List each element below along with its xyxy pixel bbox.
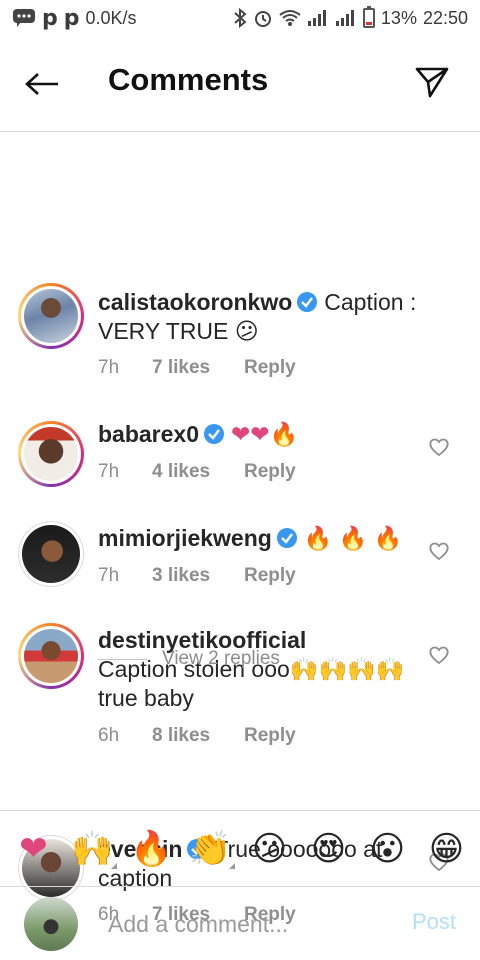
avatar-image — [24, 289, 78, 343]
battery-level: 13% — [380, 7, 417, 28]
bluetooth-icon — [233, 8, 247, 28]
pidgin-icon: p — [42, 5, 58, 31]
comment-input[interactable] — [108, 907, 388, 941]
verified-badge-icon — [297, 292, 318, 312]
signal-icon — [307, 9, 329, 27]
avatar-image — [22, 525, 80, 583]
divider-line — [98, 658, 148, 660]
comment-likes[interactable]: 8 likes — [152, 725, 244, 747]
message-icon — [12, 8, 36, 28]
heart-outline-icon[interactable] — [428, 644, 450, 666]
status-bar: p p 0.0K/s 13% 22:50 — [0, 0, 480, 36]
comment-meta: 7h 7 likes Reply — [98, 357, 296, 379]
comments-header: Comments — [0, 36, 480, 132]
avatar[interactable] — [18, 623, 84, 689]
signal-icon-2 — [335, 9, 357, 27]
comment-time: 6h — [98, 725, 120, 746]
view-replies-label: View 2 replies — [162, 648, 280, 669]
share-button[interactable] — [412, 62, 452, 102]
reply-button[interactable]: Reply — [244, 565, 296, 587]
avatar[interactable] — [18, 283, 84, 349]
comment-username[interactable]: calistaokoronkwo — [98, 289, 292, 315]
verified-badge-icon — [276, 528, 297, 548]
avatar-image — [24, 427, 78, 481]
heart-outline-icon[interactable] — [428, 540, 450, 562]
avatar[interactable] — [18, 521, 84, 587]
arrow-left-icon — [25, 73, 58, 95]
comment-likes[interactable]: 3 likes — [152, 565, 244, 587]
page-title: Comments — [108, 62, 269, 97]
comment-text-block: mimiorjiekweng 🔥 🔥 🔥 — [98, 524, 420, 553]
comment-time: 7h — [98, 565, 120, 586]
status-left: p p 0.0K/s — [12, 6, 137, 31]
comment-username[interactable]: babarex0 — [98, 421, 199, 447]
emoji-fire-button[interactable]: 🔥 — [126, 829, 178, 869]
comment-likes[interactable]: 4 likes — [152, 461, 244, 483]
reply-button[interactable]: Reply — [244, 461, 296, 483]
comment-composer: Post — [0, 886, 480, 960]
comment-meta: 7h 4 likes Reply — [98, 461, 296, 483]
emoji-confused-button[interactable]: 😕 — [244, 829, 296, 869]
send-icon — [415, 67, 449, 98]
emoji-surprised-button[interactable]: 😮 — [362, 829, 414, 869]
comment-text: 🔥 🔥 🔥 — [303, 525, 403, 551]
emoji-grin-button[interactable]: 😁 — [421, 829, 473, 869]
battery-icon — [362, 6, 375, 28]
emoji-clapping-button[interactable]: 👏 — [185, 829, 237, 869]
verified-badge-icon — [204, 424, 225, 444]
comment-time: 7h — [98, 357, 120, 378]
comment-text-block: babarex0 ❤❤🔥 — [98, 420, 420, 449]
pidgin-icon-2: p — [63, 5, 80, 31]
avatar-image — [24, 629, 78, 683]
clock: 22:50 — [422, 7, 468, 28]
comment-text-block: calistaokoronkwo Caption : VERY TRUE 😕 — [98, 288, 420, 346]
alarm-icon — [253, 8, 273, 28]
comment-meta: 6h 8 likes Reply — [98, 725, 296, 747]
current-user-avatar — [24, 897, 78, 951]
comment-text: ❤❤🔥 — [231, 421, 299, 447]
comment-time: 7h — [98, 461, 120, 482]
view-replies-button[interactable]: View 2 replies — [98, 648, 280, 670]
reply-button[interactable]: Reply — [244, 357, 296, 379]
comment-username[interactable]: mimiorjiekweng — [98, 525, 272, 551]
avatar[interactable] — [18, 421, 84, 487]
network-speed: 0.0K/s — [85, 7, 137, 28]
emoji-heart-eyes-button[interactable]: 😍 — [303, 829, 355, 869]
status-right: 13% 22:50 — [233, 6, 468, 29]
emoji-quick-bar: ❤ 🙌 🔥 👏 😕 😍 😮 😁 — [0, 810, 480, 886]
emoji-raising-hands-button[interactable]: 🙌 — [67, 829, 119, 869]
reply-button[interactable]: Reply — [244, 725, 296, 747]
wifi-icon — [279, 9, 301, 27]
emoji-heart-button[interactable]: ❤ — [8, 829, 60, 869]
comment-likes[interactable]: 7 likes — [152, 357, 244, 379]
heart-outline-icon[interactable] — [428, 436, 450, 458]
comment-meta: 7h 3 likes Reply — [98, 565, 296, 587]
post-button[interactable]: Post — [412, 909, 456, 935]
back-button[interactable] — [22, 64, 62, 104]
